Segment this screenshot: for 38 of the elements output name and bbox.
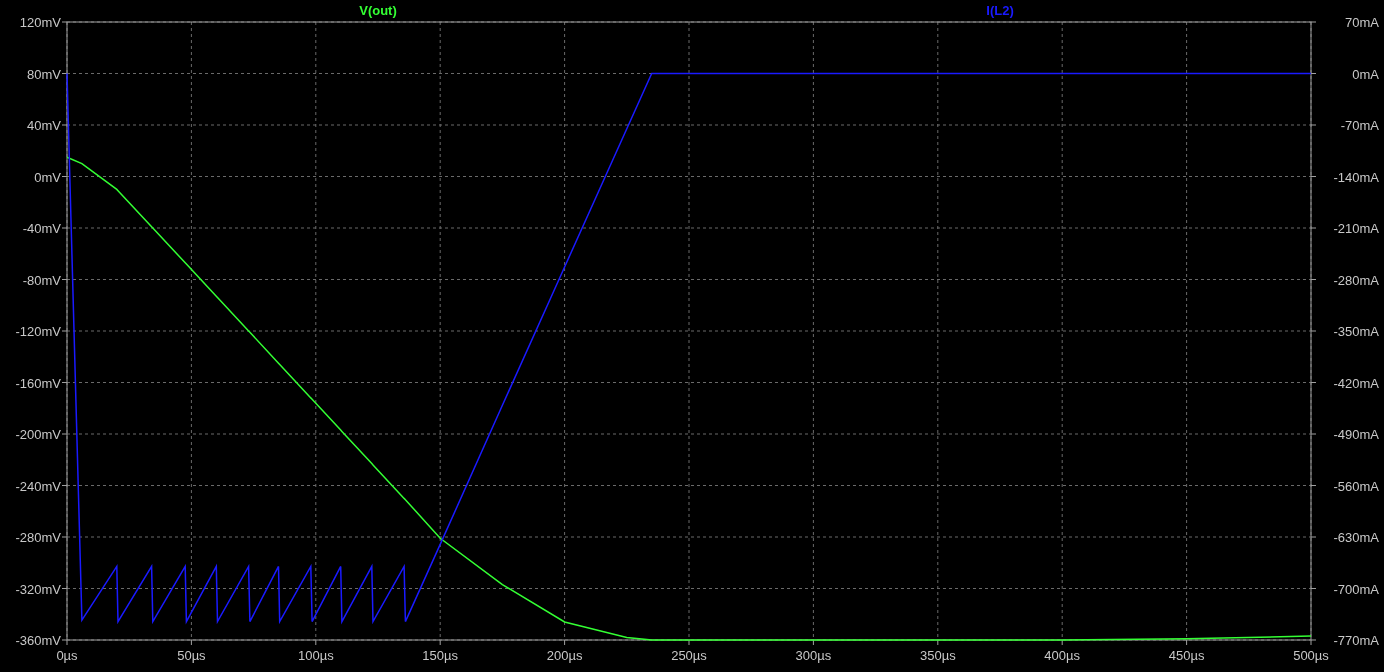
axis-tick-label: -770mA: [1333, 633, 1379, 648]
axis-tick-label: 250µs: [671, 648, 707, 663]
axis-tick-label: 300µs: [795, 648, 832, 663]
axis-tick-label: -280mV: [15, 530, 61, 545]
legend-label[interactable]: V(out): [359, 3, 397, 18]
axis-tick-label: -140mA: [1333, 169, 1379, 185]
axis-tick-label: 450µs: [1168, 648, 1205, 663]
axis-tick-label: 120mV: [19, 15, 61, 30]
axis-tick-label: -630mA: [1333, 530, 1379, 545]
axis-tick-label: 0mA: [1352, 66, 1379, 82]
axis-tick-label: -240mV: [15, 478, 61, 494]
axis-tick-label: 150µs: [422, 648, 459, 663]
axis-tick-label: -360mV: [15, 633, 61, 648]
axis-tick-label: -40mV: [22, 221, 61, 236]
axis-tick-label: 70mA: [1345, 15, 1379, 30]
axis-tick-label: -560mA: [1333, 478, 1379, 494]
axis-tick-label: -350mA: [1333, 324, 1379, 339]
axis-tick-label: 40mV: [27, 118, 61, 133]
axis-tick-label: -160mV: [15, 375, 61, 391]
axis-tick-label: 500µs: [1293, 648, 1329, 663]
axis-tick-label: -700mA: [1333, 581, 1379, 597]
axis-tick-label: 350µs: [919, 648, 956, 663]
axis-tick-label: 50µs: [177, 648, 206, 663]
axis-tick-label: 0mV: [34, 169, 61, 185]
axis-tick-label: 400µs: [1044, 648, 1081, 663]
axis-tick-label: 100µs: [297, 648, 334, 663]
axis-tick-label: -200mV: [15, 427, 61, 442]
axis-tick-label: -420mA: [1333, 375, 1379, 391]
axis-tick-label: 200µs: [546, 648, 583, 663]
axis-tick-label: -280mA: [1333, 272, 1379, 288]
axis-tick-label: -210mA: [1333, 221, 1379, 236]
axis-tick-label: -70mA: [1340, 118, 1379, 133]
axis-tick-label: -120mV: [15, 324, 61, 339]
axis-tick-label: 0µs: [56, 648, 78, 663]
axis-tick-label: -80mV: [22, 272, 61, 288]
axis-tick-label: -490mA: [1333, 427, 1379, 442]
axis-tick-label: -320mV: [15, 581, 61, 597]
axis-tick-label: 80mV: [27, 66, 61, 82]
